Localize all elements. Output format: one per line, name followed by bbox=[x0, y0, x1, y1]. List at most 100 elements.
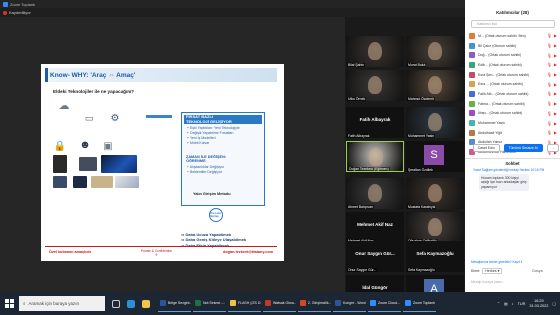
box-heading: FIRSAT BAZLI TEKNOLOJİ GELİŞİYOR bbox=[184, 114, 262, 124]
participant-video-tile[interactable]: Mehmet Akif NazMehmet Akif Naz bbox=[346, 212, 404, 243]
camera-icon[interactable]: ▶ bbox=[554, 62, 557, 67]
camera-icon[interactable]: ▶ bbox=[554, 101, 557, 106]
app-icon bbox=[300, 300, 306, 306]
participant-row[interactable]: İlhan... (Ortak oturum sahibi) 🎙 ▶ bbox=[469, 109, 557, 119]
mic-muted-icon[interactable]: 🎙 bbox=[547, 53, 552, 58]
invite-button[interactable]: Davet Edin bbox=[473, 144, 500, 152]
avatar bbox=[469, 110, 475, 117]
participant-video-tile[interactable]: Mahmut Özdemir bbox=[406, 70, 464, 101]
mic-muted-icon[interactable]: 🎙 bbox=[547, 62, 552, 67]
task-view-icon[interactable] bbox=[112, 299, 120, 308]
participant-name-label: Şeraltan Özdilek bbox=[407, 168, 434, 172]
camera-icon[interactable]: ▶ bbox=[554, 111, 557, 116]
participant-name-large: İdal Güngör bbox=[362, 285, 388, 290]
mic-muted-icon[interactable]: 🎙 bbox=[547, 43, 552, 48]
mic-muted-icon[interactable]: 🎙 bbox=[547, 33, 552, 38]
participant-row[interactable]: Doğ... (Ortak oturum sahibi) 🎙 ▶ bbox=[469, 50, 557, 60]
camera-icon[interactable]: ▶ bbox=[554, 121, 557, 126]
tray-chevron-icon[interactable]: ⌃ bbox=[497, 301, 500, 306]
taskbar-app[interactable]: Belge Sezgini... bbox=[158, 295, 191, 312]
participant-video-tile[interactable]: Murat Bulut bbox=[406, 36, 464, 67]
participant-row[interactable]: Esra ... (Ortak oturum sahibi) 🎙 ▶ bbox=[469, 79, 557, 89]
taskbar-search-placeholder: Aramak için buraya yazın bbox=[28, 301, 80, 306]
participant-video-tile[interactable]: Sefa Kaymazoğlu Sefa Kaymazoğlu bbox=[406, 241, 464, 272]
box-heading-2: ZAMAN İLE DEĞİŞEN: ÖĞRENME bbox=[186, 155, 227, 164]
participant-name: M... (Ortak oturum sahibi, Ben) bbox=[478, 33, 526, 38]
mic-muted-icon[interactable]: 🎙 bbox=[547, 72, 552, 77]
participant-row[interactable]: M... (Ortak oturum sahibi, Ben) 🎙 ▶ bbox=[469, 31, 557, 41]
participant-row[interactable]: Fatma... (Ortak oturum sahibi) 🎙 ▶ bbox=[469, 99, 557, 109]
participant-row[interactable]: Abdulbasit Yiğit 🎙 ▶ bbox=[469, 128, 557, 138]
participant-list: M... (Ortak oturum sahibi, Ben) 🎙 ▶ Bil Çak… bbox=[469, 31, 557, 157]
participant-video-tile[interactable]: Bilal Şahin bbox=[346, 36, 404, 67]
participant-video-tile[interactable]: Fatih Albayrak Fatih Albayrak bbox=[346, 107, 404, 138]
participant-video-tile[interactable]: Mustafa Karabıyık bbox=[406, 178, 464, 209]
participant-video-tile[interactable]: Ahmet Bahçıvan bbox=[346, 178, 404, 209]
participant-video-tile[interactable]: Doğan Tezekeci (Eğitmen) bbox=[346, 141, 404, 172]
taskbar-search-input[interactable]: ⌕ Aramak için buraya yazın bbox=[19, 296, 105, 311]
taskbar-app[interactable]: 2. Girişimcilik... bbox=[298, 295, 331, 312]
taskbar-app[interactable]: Kongre - Word bbox=[333, 295, 366, 312]
network-icon[interactable]: ▤ bbox=[504, 301, 508, 306]
recording-label[interactable]: Kaydediliyor bbox=[9, 10, 31, 15]
server-icon: ▣ bbox=[103, 140, 113, 152]
file-button[interactable]: Dosya bbox=[532, 269, 542, 273]
camera-icon[interactable]: ▶ bbox=[554, 53, 557, 58]
edge-icon[interactable] bbox=[127, 299, 135, 308]
participant-name-label: Mahmut Özdemir bbox=[407, 97, 436, 101]
clock[interactable]: 16:29 31.03.2022 bbox=[529, 299, 548, 309]
taskbar-app[interactable]: Watsak Okca... bbox=[263, 295, 296, 312]
app-icon bbox=[230, 300, 236, 306]
participant-row[interactable]: Edib... (Ortak oturum sahibi) 🎙 ▶ bbox=[469, 60, 557, 70]
participant-row[interactable]: Bil Çakır (Oturum sahibi) 🎙 ▶ bbox=[469, 41, 557, 51]
language-indicator[interactable]: TUR bbox=[518, 302, 526, 306]
camera-icon[interactable]: ▶ bbox=[554, 91, 557, 96]
taskbar-app[interactable]: Zoom Toplantı bbox=[403, 295, 436, 312]
participant-video-tile[interactable]: S Şeraltan Özdilek bbox=[406, 141, 464, 172]
mic-muted-icon[interactable]: 🎙 bbox=[547, 130, 552, 135]
app-icon bbox=[405, 300, 411, 306]
participant-name: Abdulbasit Yiğit bbox=[478, 130, 502, 135]
participant-row[interactable]: Esra Şen... (Ortak oturum sahibi) 🎙 ▶ bbox=[469, 70, 557, 80]
participant-row[interactable]: Fatih Alb... (Ortak oturum sahibi) 🎙 ▶ bbox=[469, 89, 557, 99]
taskbar-app[interactable]: Not Sekme -... bbox=[193, 295, 226, 312]
camera-icon[interactable]: ▶ bbox=[554, 33, 557, 38]
mute-all-button[interactable]: Tümünü Sessize Al bbox=[503, 144, 543, 152]
mic-muted-icon[interactable]: 🎙 bbox=[547, 91, 552, 96]
participant-status: 🎙 ▶ bbox=[547, 91, 557, 96]
taskbar-app[interactable]: Zoom Cloud... bbox=[368, 295, 401, 312]
avatar bbox=[469, 100, 475, 107]
mic-muted-icon[interactable]: 🎙 bbox=[547, 111, 552, 116]
camera-icon[interactable]: ▶ bbox=[554, 82, 557, 87]
participant-video-tile[interactable]: Oğuzhan Çelikoğlu bbox=[406, 212, 464, 243]
taskbar-app[interactable]: FLASH (/ZS D:) bbox=[228, 295, 261, 312]
participant-video-tile[interactable]: Onur Saygın Gür... Onur Saygın Gür... bbox=[346, 241, 404, 272]
app-label: Kongre - Word bbox=[343, 301, 366, 305]
camera-icon[interactable]: ▶ bbox=[554, 72, 557, 77]
slide-footer-center: Private & Confidential 9 bbox=[141, 249, 172, 257]
chat-recipient: Kime: Herkes ▾ Dosya bbox=[471, 268, 543, 274]
participant-search-input[interactable]: Katılımcı bul bbox=[471, 20, 555, 28]
participant-name: Muhammet Yasin bbox=[478, 121, 505, 126]
participant-row[interactable]: Muhammet Yasin 🎙 ▶ bbox=[469, 118, 557, 128]
chat-message-sender: Yusuf Sağlam gönderdiği mesajı Herkes 10… bbox=[473, 168, 545, 172]
mic-muted-icon[interactable]: 🎙 bbox=[547, 82, 552, 87]
mic-muted-icon[interactable]: 🎙 bbox=[547, 121, 552, 126]
participant-video-tile[interactable]: Utku Örnek bbox=[346, 70, 404, 101]
camera-icon[interactable]: ▶ bbox=[554, 43, 557, 48]
lock-icon: 🔒 bbox=[53, 140, 67, 152]
participant-video bbox=[428, 113, 442, 131]
chat-input[interactable]: Mesajı buraya yazın... bbox=[471, 280, 505, 284]
participant-video-tile[interactable]: Muhammet Yasin bbox=[406, 107, 464, 138]
windows-start-icon[interactable] bbox=[5, 299, 14, 308]
camera-icon[interactable]: ▶ bbox=[554, 130, 557, 135]
folder-icon[interactable] bbox=[142, 299, 150, 308]
recipient-select[interactable]: Herkes ▾ bbox=[482, 268, 503, 274]
participant-name-large: Onur Saygın Gür... bbox=[355, 251, 395, 256]
mic-muted-icon[interactable]: 🎙 bbox=[547, 101, 552, 106]
notification-icon[interactable]: ▢ bbox=[552, 301, 556, 306]
chat-visibility-info[interactable]: Mesajlarınız kimler görebilir? Kayıt ℹ bbox=[471, 260, 522, 264]
app-icon bbox=[335, 300, 341, 306]
volume-icon[interactable]: ♪ bbox=[512, 302, 514, 306]
more-options-button[interactable]: ... bbox=[546, 144, 560, 152]
